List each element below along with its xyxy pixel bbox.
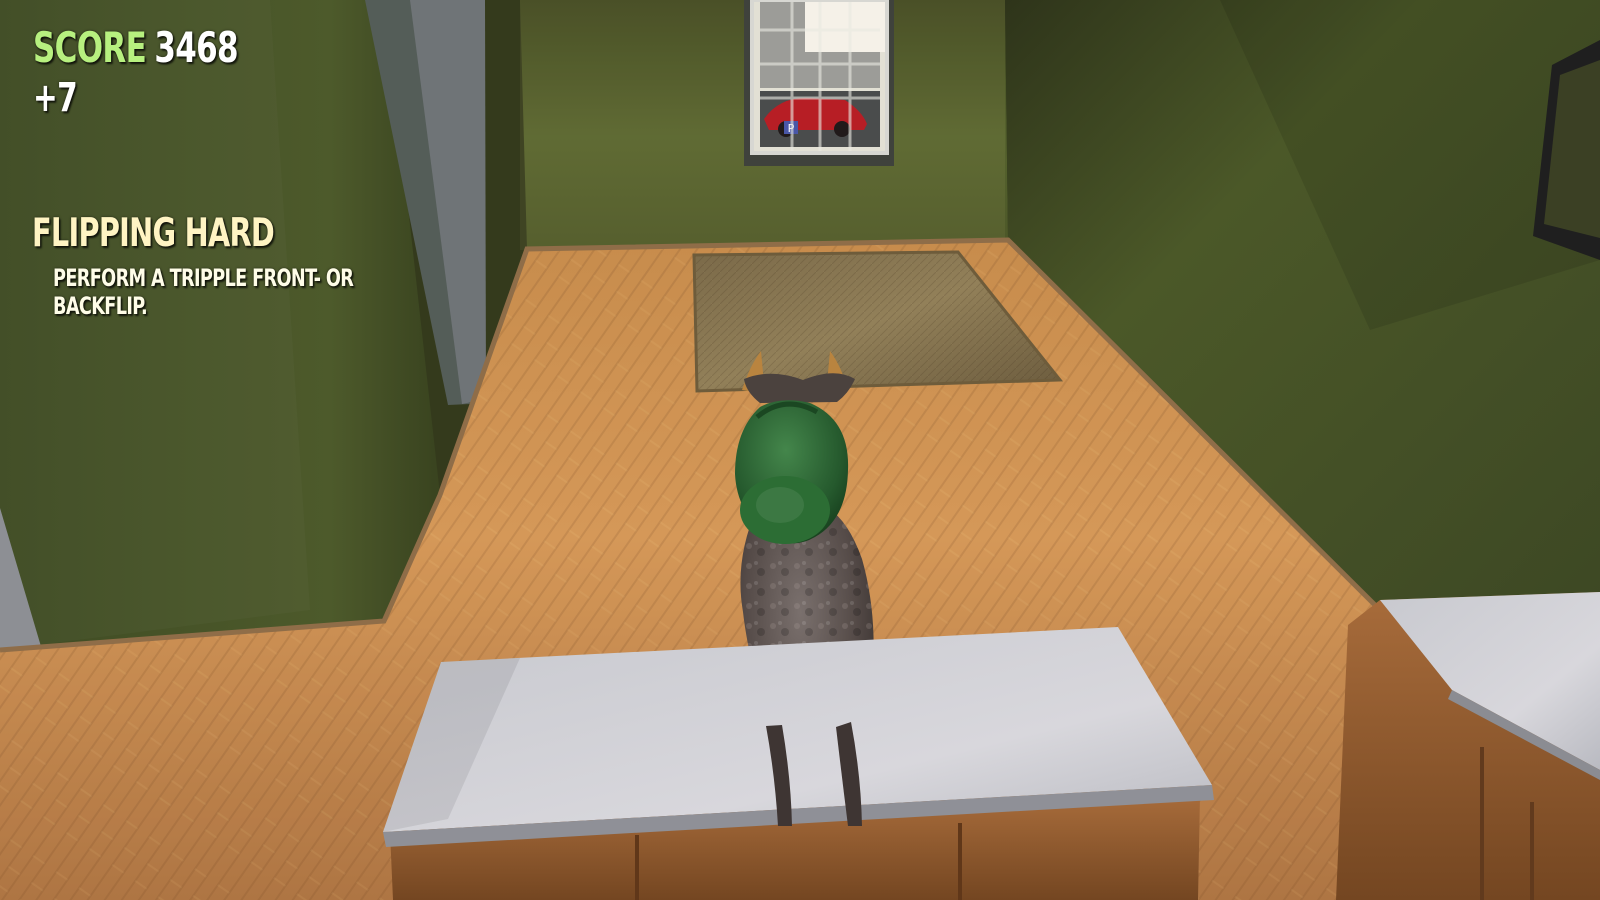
3d-room-scene: P xyxy=(0,0,1600,900)
center-counter xyxy=(383,627,1214,900)
green-bucket xyxy=(735,400,849,544)
right-counter xyxy=(1336,592,1600,900)
game-screen: P xyxy=(0,0,1600,900)
window: P xyxy=(744,0,894,166)
